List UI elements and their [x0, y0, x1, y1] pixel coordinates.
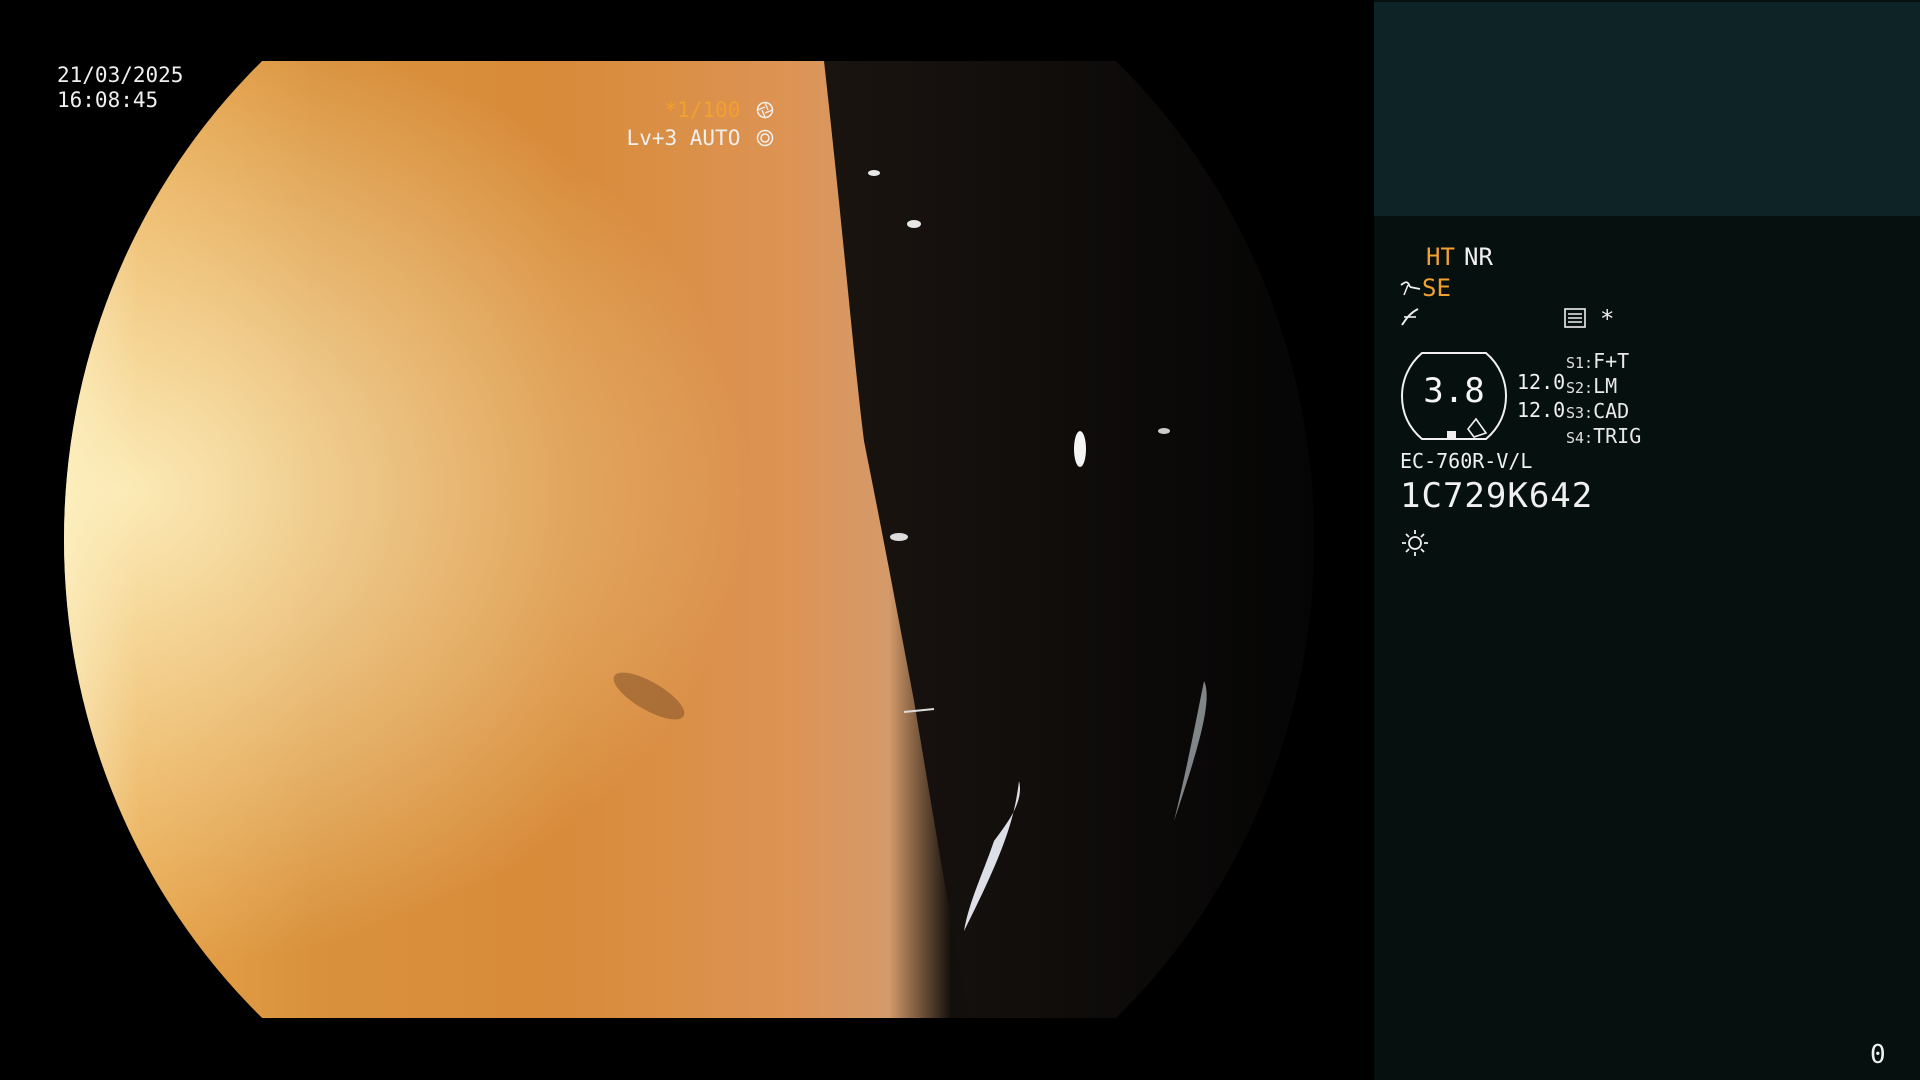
- switch-value: TRIG: [1593, 424, 1642, 448]
- zoom-value: 3.8: [1423, 371, 1485, 411]
- date-text: 21/03/2025: [57, 63, 184, 87]
- switch-key: S1:: [1566, 354, 1594, 372]
- switch-key: S3:: [1566, 404, 1594, 422]
- curve-icon: [1401, 308, 1419, 326]
- switch-s1-row: S1:F+T: [1566, 349, 1629, 373]
- brightness-level-display: Lv+3 AUTO: [627, 126, 774, 150]
- thumbnail-area: [1374, 2, 1920, 216]
- endoscopic-image: [64, 61, 1314, 1018]
- enhancement-curve-icon: [1400, 281, 1421, 296]
- asterisk-indicator: *: [1600, 305, 1615, 333]
- shutter-speed-display: *1/100: [664, 98, 774, 122]
- image-counter: 0: [1870, 1040, 1886, 1070]
- aperture-icon: [756, 101, 774, 119]
- endoscope-video-area: 21/03/2025 16:08:45 *1/100 Lv+3 AUTO: [0, 0, 1374, 1080]
- shutter-text: *1/100: [664, 98, 741, 122]
- switch-value: F+T: [1593, 349, 1630, 373]
- light-source-icon: [1402, 530, 1428, 556]
- scope-model: EC-760R-V/L: [1400, 449, 1533, 473]
- setting-value-1: 12.0: [1517, 370, 1566, 394]
- level-text: Lv+3 AUTO: [626, 126, 741, 150]
- switch-s4-row: S4:TRIG: [1566, 424, 1641, 448]
- switch-key: S4:: [1566, 429, 1594, 447]
- setting-value-2: 12.0: [1517, 398, 1566, 422]
- switch-value: CAD: [1593, 399, 1630, 423]
- endoscopy-screen: 21/03/2025 16:08:45 *1/100 Lv+3 AUTO HT …: [0, 0, 1920, 1080]
- date-time-display: 21/03/2025 16:08:45: [57, 63, 183, 113]
- time-text: 16:08:45: [57, 88, 159, 112]
- scope-serial-number: 1C729K642: [1400, 476, 1594, 516]
- switch-s2-row: S2:LM: [1566, 374, 1617, 398]
- switch-key: S2:: [1566, 379, 1594, 397]
- se-indicator: SE: [1422, 274, 1451, 302]
- tissue-texture: [64, 61, 1314, 1018]
- settings-menu-icon: [1564, 308, 1586, 328]
- nr-indicator: NR: [1464, 243, 1493, 271]
- info-panel: HT NR SE * 3.8 12.0 12.0 S1:F+T S2:LM S3…: [1374, 0, 1920, 1080]
- ht-indicator: HT: [1426, 243, 1455, 271]
- switch-value: LM: [1593, 374, 1618, 398]
- switch-s3-row: S3:CAD: [1566, 399, 1629, 423]
- structure-enhancement-row: SE: [1400, 274, 1451, 302]
- iris-icon: [756, 129, 774, 147]
